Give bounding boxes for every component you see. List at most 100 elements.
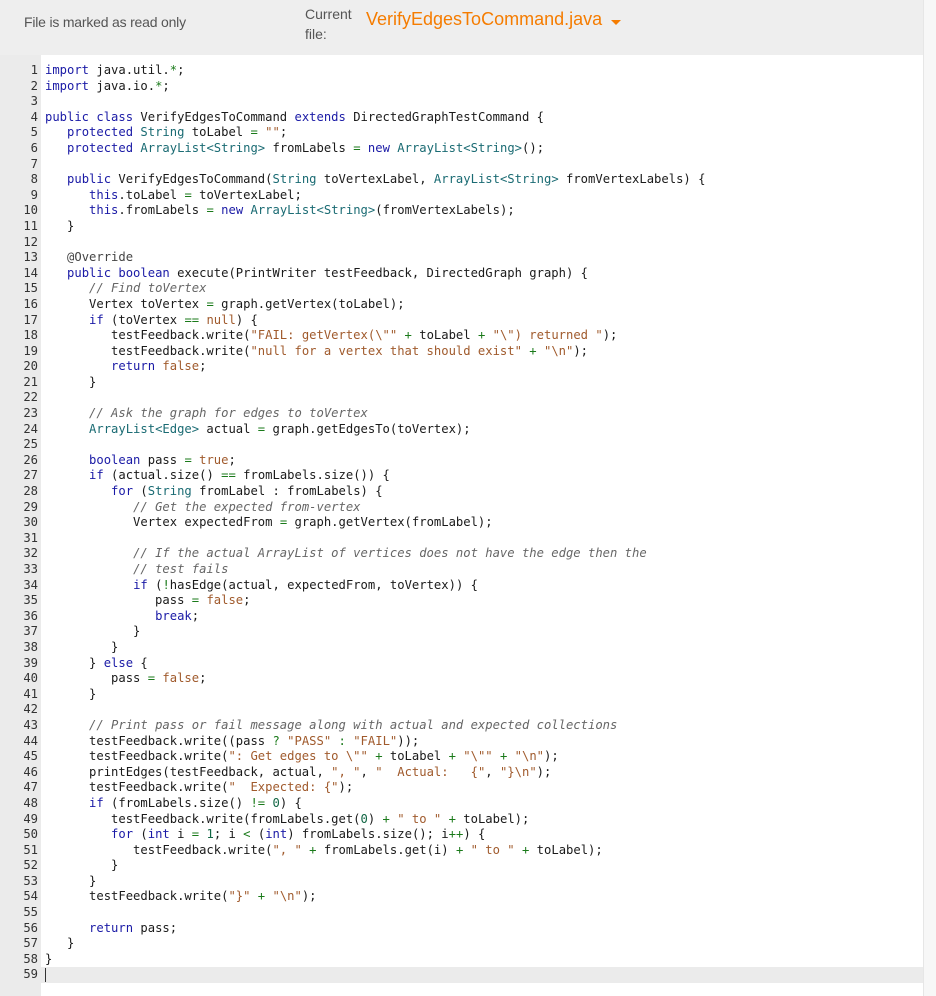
code-line[interactable]: 43 // Print pass or fail message along w…: [0, 718, 923, 734]
code-line[interactable]: 1 import java.util.*;: [0, 63, 923, 79]
code-line[interactable]: 57 }: [0, 936, 923, 952]
code-line[interactable]: 6 protected ArrayList<String> fromLabels…: [0, 141, 923, 157]
code-line[interactable]: 46 printEdges(testFeedback, actual, ", "…: [0, 765, 923, 781]
code-line[interactable]: 52 }: [0, 858, 923, 874]
code-line[interactable]: 41 }: [0, 687, 923, 703]
code-line[interactable]: 24 ArrayList<Edge> actual = graph.getEdg…: [0, 422, 923, 438]
line-code: testFeedback.write("null for a vertex th…: [45, 344, 588, 360]
line-code: testFeedback.write("}" + "\n");: [45, 889, 317, 905]
code-line[interactable]: 33 // test fails: [0, 562, 923, 578]
code-line[interactable]: 9 this.toLabel = toVertexLabel;: [0, 188, 923, 204]
code-line[interactable]: 58}: [0, 952, 923, 968]
file-selector-dropdown[interactable]: VerifyEdgesToCommand.java: [366, 9, 622, 30]
code-line[interactable]: 54 testFeedback.write("}" + "\n");: [0, 889, 923, 905]
code-line[interactable]: 7: [0, 157, 923, 173]
code-line[interactable]: 56 return pass;: [0, 921, 923, 937]
operator: +: [448, 749, 456, 764]
code-line[interactable]: 11 }: [0, 219, 923, 235]
code-line[interactable]: 38 }: [0, 640, 923, 656]
code-line[interactable]: 8 public VerifyEdgesToCommand(String toV…: [0, 172, 923, 188]
code-line[interactable]: 39 } else {: [0, 656, 923, 672]
code-line[interactable]: 37 }: [0, 624, 923, 640]
code-line[interactable]: 14 public boolean execute(PrintWriter te…: [0, 266, 923, 282]
code-text: ) fromLabels.size(); i: [287, 827, 449, 842]
code-line[interactable]: 35 pass = false;: [0, 593, 923, 609]
code-text: testFeedback.write(: [45, 842, 273, 857]
vertical-scrollbar[interactable]: [923, 0, 936, 996]
code-text: );: [573, 343, 589, 358]
line-code: return pass;: [45, 921, 177, 937]
code-line[interactable]: 31: [0, 531, 923, 547]
code-text: (: [250, 827, 266, 842]
code-line[interactable]: 51 testFeedback.write(", " + fromLabels.…: [0, 843, 923, 859]
code-line[interactable]: 2 import java.io.*;: [0, 79, 923, 95]
code-line[interactable]: 42: [0, 702, 923, 718]
code-line[interactable]: 26 boolean pass = true;: [0, 453, 923, 469]
code-line[interactable]: 10 this.fromLabels = new ArrayList<Strin…: [0, 203, 923, 219]
code-line[interactable]: 34 if (!hasEdge(actual, expectedFrom, to…: [0, 578, 923, 594]
code-text: pass;: [133, 920, 178, 935]
code-line[interactable]: 5 protected String toLabel = "";: [0, 125, 923, 141]
operator: !=: [250, 795, 266, 810]
code-line[interactable]: 19 testFeedback.write("null for a vertex…: [0, 344, 923, 360]
line-number: 19: [23, 343, 38, 358]
line-code: testFeedback.write(": Get edges to \"" +…: [45, 749, 559, 765]
code-text: (fromLabels.size(): [103, 795, 251, 810]
code-line[interactable]: 49 testFeedback.write(fromLabels.get(0) …: [0, 812, 923, 828]
line-code: // test fails: [45, 562, 228, 578]
code-editor[interactable]: 1 import java.util.*; 2 import java.io.*; 3 4…: [0, 55, 923, 996]
code-line[interactable]: 25: [0, 437, 923, 453]
line-code: boolean pass = true;: [45, 453, 236, 469]
comment: // Find toVertex: [89, 281, 207, 296]
keyword: else: [103, 655, 134, 670]
literal: null: [206, 312, 236, 327]
code-line[interactable]: 22: [0, 390, 923, 406]
type-name: String: [272, 172, 317, 187]
string-literal: "PASS": [287, 733, 332, 748]
code-line[interactable]: 36 break;: [0, 609, 923, 625]
code-line[interactable]: 17 if (toVertex == null) {: [0, 313, 923, 329]
code-line[interactable]: 15 // Find toVertex: [0, 281, 923, 297]
current-file-name: VerifyEdgesToCommand.java: [366, 9, 603, 29]
keyword: protected: [67, 125, 134, 140]
code-line[interactable]: 47 testFeedback.write(" Expected: {");: [0, 780, 923, 796]
code-line[interactable]: 27 if (actual.size() == fromLabels.size(…: [0, 468, 923, 484]
line-number: 40: [23, 671, 38, 686]
code-text: DirectedGraphTestCommand {: [345, 109, 544, 124]
code-line[interactable]: 12: [0, 235, 923, 251]
code-line[interactable]: 18 testFeedback.write("FAIL: getVertex(\…: [0, 328, 923, 344]
code-line[interactable]: 32 // If the actual ArrayList of vertice…: [0, 546, 923, 562]
string-literal: "FAIL: getVertex(\"": [250, 328, 398, 343]
code-line[interactable]: 40 pass = false;: [0, 671, 923, 687]
code-line[interactable]: 59: [0, 967, 923, 984]
code-line[interactable]: 3: [0, 94, 923, 110]
code-line[interactable]: 16 Vertex toVertex = graph.getVertex(toL…: [0, 297, 923, 313]
code-line[interactable]: 29 // Get the expected from-vertex: [0, 500, 923, 516]
code-line[interactable]: 20 return false;: [0, 359, 923, 375]
code-line[interactable]: 53 }: [0, 874, 923, 890]
line-code: printEdges(testFeedback, actual, ", ", "…: [45, 765, 551, 781]
code-text: Vertex toVertex: [45, 296, 207, 311]
code-line[interactable]: 30 Vertex expectedFrom = graph.getVertex…: [0, 515, 923, 531]
code-line[interactable]: 21 }: [0, 375, 923, 391]
code-line[interactable]: 44 testFeedback.write((pass ? "PASS" : "…: [0, 734, 923, 750]
line-number: 22: [23, 390, 38, 405]
code-line[interactable]: 4 public class VerifyEdgesToCommand exten…: [0, 110, 923, 126]
line-number: 17: [23, 312, 38, 327]
code-line[interactable]: 45 testFeedback.write(": Get edges to \"…: [0, 749, 923, 765]
code-text: .fromLabels: [118, 203, 207, 218]
code-text: hasEdge(actual, expectedFrom, toVertex))…: [169, 577, 478, 592]
code-line[interactable]: 50 for (int i = 1; i < (int) fromLabels.…: [0, 827, 923, 843]
keyword: boolean: [89, 452, 141, 467]
code-line[interactable]: 28 for (String fromLabel : fromLabels) {: [0, 484, 923, 500]
code-line[interactable]: 55: [0, 905, 923, 921]
code-line[interactable]: 48 if (fromLabels.size() != 0) {: [0, 796, 923, 812]
code-text: pass: [45, 671, 148, 686]
code-line[interactable]: 23 // Ask the graph for edges to toVerte…: [0, 406, 923, 422]
code-line[interactable]: 13 @Override: [0, 250, 923, 266]
type-name: ArrayList<String>: [397, 140, 523, 155]
keyword: new: [367, 140, 390, 155]
